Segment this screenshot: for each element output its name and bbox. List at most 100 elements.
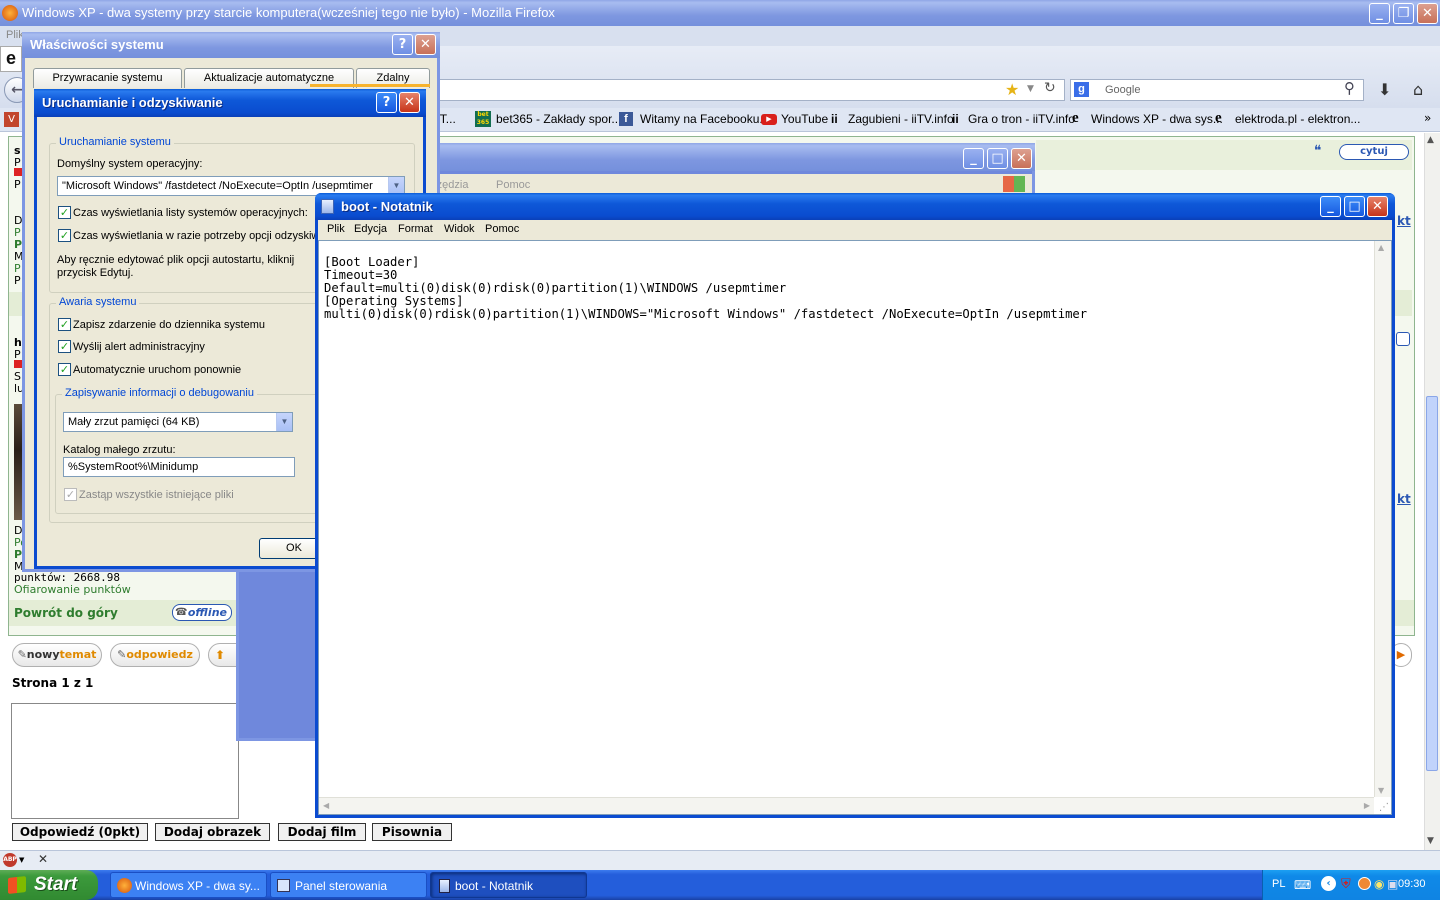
dump-type-select[interactable]: Mały zrzut pamięci (64 KB) ▼ <box>63 412 293 432</box>
add-video-button[interactable]: Dodaj film <box>278 823 366 841</box>
star-icon[interactable]: ★ <box>1005 80 1019 99</box>
minimize-button[interactable]: _ <box>1369 3 1390 24</box>
adblock-dropdown-icon[interactable]: ▼ <box>19 856 24 864</box>
search-input[interactable]: Google <box>1105 84 1140 96</box>
start-button[interactable]: Start <box>0 870 98 900</box>
offline-label: offline <box>187 606 227 619</box>
firefox-titlebar[interactable]: Windows XP - dwa systemy przy starcie ko… <box>0 0 1440 26</box>
dropdown-arrow-icon[interactable]: ▼ <box>1027 84 1034 94</box>
notepad-window: boot - Notatnik _ □ ✕ Plik Edycja Format… <box>315 193 1395 818</box>
download-icon[interactable]: ⬇ <box>1378 80 1391 99</box>
system-properties-titlebar[interactable]: Właściwości systemu ? ✕ <box>22 32 440 58</box>
menu-view[interactable]: Widok <box>444 223 475 235</box>
more-bookmarks-icon[interactable]: » <box>1424 111 1431 125</box>
maximize-button[interactable]: □ <box>1344 196 1365 217</box>
scroll-left-icon[interactable]: ◀ <box>323 801 329 810</box>
quote-button[interactable]: cytuj <box>1339 144 1409 160</box>
bookmark-3[interactable]: Witamy na Facebooku... <box>640 112 769 126</box>
scroll-down-icon[interactable]: ▼ <box>1378 786 1384 795</box>
notepad-content[interactable]: [Boot Loader] Timeout=30 Default=multi(0)d… <box>324 243 1087 321</box>
close-button[interactable]: ✕ <box>1367 196 1388 217</box>
iitv-icon-2: ii <box>952 112 959 126</box>
bookmark-4[interactable]: YouTube <box>781 112 828 126</box>
clock: 09:30 <box>1398 878 1426 890</box>
bookmark-8[interactable]: elektroda.pl - elektron... <box>1235 112 1360 126</box>
page-info: Strona 1 z 1 <box>12 676 94 690</box>
bookmark-6[interactable]: Gra o tron - iiTV.info <box>968 112 1075 126</box>
notepad-icon <box>321 199 334 214</box>
taskbar-item-firefox[interactable]: Windows XP - dwa sy... <box>110 872 267 898</box>
language-indicator[interactable]: PL <box>1272 878 1285 890</box>
close-button[interactable]: ✕ <box>1417 3 1438 24</box>
vertical-scrollbar[interactable]: ▲ ▼ <box>1374 241 1391 797</box>
default-os-value: "Microsoft Windows" /fastdetect /NoExecu… <box>62 180 373 192</box>
taskbar-item-control-panel[interactable]: Panel sterowania <box>270 872 427 898</box>
url-bar[interactable] <box>430 79 1065 101</box>
restore-button[interactable]: ❐ <box>1393 3 1414 24</box>
scroll-up-icon[interactable]: ▲ <box>1378 243 1384 252</box>
reload-icon[interactable]: ↻ <box>1044 80 1056 96</box>
notepad-icon <box>439 879 450 893</box>
home-icon[interactable]: ⌂ <box>1413 80 1423 99</box>
reply-submit-button[interactable]: Odpowiedź (0pkt) <box>12 823 148 841</box>
scroll-down-icon[interactable]: ▼ <box>1427 836 1434 846</box>
forum-link-kt-2[interactable]: kt <box>1397 492 1411 506</box>
minimize-button[interactable]: _ <box>963 148 984 169</box>
notepad-title: boot - Notatnik <box>341 199 433 214</box>
minimize-button[interactable]: _ <box>1320 196 1341 217</box>
resize-grip-icon[interactable]: ⋰ <box>1379 802 1389 813</box>
horizontal-scrollbar[interactable]: ◀ ▶ <box>319 797 1374 814</box>
shield-icon: V <box>4 112 19 127</box>
scroll-right-icon[interactable]: ▶ <box>1364 801 1370 810</box>
notepad-titlebar[interactable]: boot - Notatnik _ □ ✕ <box>315 193 1395 220</box>
reply-textarea[interactable] <box>11 703 239 819</box>
menu-format[interactable]: Format <box>398 223 433 235</box>
os-list-time-checkbox[interactable]: ✓ <box>58 206 71 219</box>
youtube-icon: ▶ <box>761 114 777 125</box>
forum-offer-points[interactable]: Ofiarowanie punktów <box>14 583 131 596</box>
taskbar-item-notepad[interactable]: boot - Notatnik <box>430 872 587 898</box>
tray-arrow-icon[interactable]: ‹ <box>1321 876 1336 891</box>
notepad-text-area[interactable]: [Boot Loader] Timeout=30 Default=multi(0)d… <box>318 240 1392 815</box>
bookmark-2[interactable]: bet365 - Zakłady spor... <box>496 112 621 126</box>
overwrite-checkbox[interactable]: ✓ <box>64 488 77 501</box>
menu-file[interactable]: Plik <box>327 223 345 235</box>
close-button[interactable]: ✕ <box>399 92 420 113</box>
startup-recovery-titlebar[interactable]: Uruchamianie i odzyskiwanie ? ✕ <box>34 89 426 117</box>
menu-edit[interactable]: Edycja <box>354 223 387 235</box>
search-icon[interactable]: ⚲ <box>1344 79 1355 97</box>
recovery-time-checkbox[interactable]: ✓ <box>58 229 71 242</box>
chevron-down-icon[interactable]: ▼ <box>276 413 292 431</box>
write-event-checkbox[interactable]: ✓ <box>58 318 71 331</box>
forum-link-kt-1[interactable]: kt <box>1397 214 1411 228</box>
menu-help[interactable]: Pomoc <box>485 223 519 235</box>
scroll-up-icon[interactable]: ▲ <box>1427 135 1434 145</box>
bet365-icon: bet 365 <box>475 111 491 127</box>
close-button[interactable]: ✕ <box>1011 148 1032 169</box>
maximize-button[interactable]: □ <box>987 148 1008 169</box>
adblock-icon[interactable]: ABP <box>3 853 17 867</box>
help-button[interactable]: ? <box>376 92 397 113</box>
bookmark-7[interactable]: Windows XP - dwa sys... <box>1091 112 1223 126</box>
firefox-icon <box>117 878 132 893</box>
bookmark-5[interactable]: Zagubieni - iiTV.info <box>848 112 954 126</box>
page-scrollbar-thumb[interactable] <box>1426 396 1438 771</box>
send-alert-checkbox[interactable]: ✓ <box>58 340 71 353</box>
network-icon: ▣ <box>1387 877 1399 891</box>
reply-button[interactable]: ✎odpowiedz <box>110 643 200 667</box>
tab-system-restore[interactable]: Przywracanie systemu <box>33 68 182 88</box>
add-image-button[interactable]: Dodaj obrazek <box>155 823 270 841</box>
auto-restart-checkbox[interactable]: ✓ <box>58 363 71 376</box>
new-topic-button[interactable]: ✎nowytemat <box>12 643 102 667</box>
menu-help[interactable]: Pomoc <box>496 179 530 191</box>
keyboard-icon[interactable]: ⌨ <box>1294 878 1311 892</box>
elektroda-icon-2: e <box>1215 110 1222 126</box>
quote-icon[interactable]: ❝ <box>1314 143 1322 159</box>
close-button[interactable]: ✕ <box>415 34 436 55</box>
edit-note: Aby ręcznie edytować plik opcji autostar… <box>57 254 295 279</box>
dump-dir-input[interactable]: %SystemRoot%\Minidump <box>63 457 295 477</box>
close-addonbar-icon[interactable]: ✕ <box>38 852 48 866</box>
help-button[interactable]: ? <box>392 34 413 55</box>
back-to-top-link[interactable]: Powrót do góry <box>14 606 118 620</box>
spelling-button[interactable]: Pisownia <box>372 823 452 841</box>
